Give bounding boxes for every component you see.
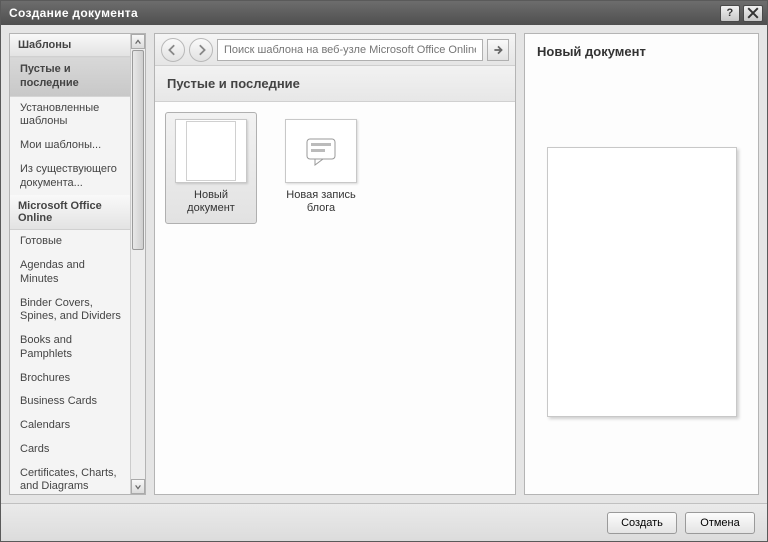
gallery-item-label: Новая запись блога [280,189,362,215]
preview-body [525,69,758,494]
preview-title: Новый документ [525,34,758,69]
gallery-item-new-blog-post[interactable]: Новая запись блога [275,112,367,224]
sidebar-item-installed-templates[interactable]: Установленные шаблоны [10,97,130,135]
preview-panel: Новый документ [524,33,759,495]
create-button[interactable]: Создать [607,512,677,534]
scroll-up-button[interactable] [131,34,145,49]
sidebar-item-cards[interactable]: Cards [10,438,130,462]
sidebar-item-certificates[interactable]: Certificates, Charts, and Diagrams [10,462,130,495]
scroll-thumb[interactable] [132,50,144,250]
forward-button[interactable] [189,38,213,62]
center-panel: Пустые и последние Новый документ Новая … [154,33,516,495]
toolbar [155,34,515,66]
sidebar-item-from-existing[interactable]: Из существующего документа... [10,158,130,196]
close-icon [747,7,759,19]
sidebar-item-featured[interactable]: Готовые [10,230,130,254]
sidebar-heading-online: Microsoft Office Online [10,195,130,230]
sidebar-item-calendars[interactable]: Calendars [10,414,130,438]
dialog-body: Шаблоны Пустые и последние Установленные… [1,25,767,503]
gallery-item-new-document[interactable]: Новый документ [165,112,257,224]
sidebar-heading-templates: Шаблоны [10,34,130,57]
arrow-right-icon [492,44,504,56]
template-gallery: Новый документ Новая запись блога [155,102,515,494]
preview-page [547,147,737,417]
sidebar-item-my-templates[interactable]: Мои шаблоны... [10,134,130,158]
sidebar-item-blank-recent[interactable]: Пустые и последние [10,57,130,97]
help-button[interactable]: ? [720,5,740,22]
arrow-right-icon [195,44,207,56]
document-icon [175,119,247,183]
blog-post-icon [285,119,357,183]
close-button[interactable] [743,5,763,22]
scroll-down-button[interactable] [131,479,145,494]
gallery-item-label: Новый документ [170,189,252,215]
chevron-down-icon [134,483,142,491]
back-button[interactable] [161,38,185,62]
search-go-button[interactable] [487,39,509,61]
sidebar-item-books[interactable]: Books and Pamphlets [10,329,130,367]
sidebar-item-binders[interactable]: Binder Covers, Spines, and Dividers [10,292,130,330]
titlebar: Создание документа ? [1,1,767,25]
sidebar-scrollbar[interactable] [130,34,145,494]
sidebar-item-business-cards[interactable]: Business Cards [10,390,130,414]
chevron-up-icon [134,38,142,46]
cancel-button[interactable]: Отмена [685,512,755,534]
dialog-footer: Создать Отмена [1,503,767,541]
window-title: Создание документа [9,6,717,20]
category-sidebar: Шаблоны Пустые и последние Установленные… [9,33,146,495]
sidebar-item-agendas[interactable]: Agendas and Minutes [10,254,130,292]
help-icon: ? [726,7,733,19]
dialog-window: Создание документа ? Шаблоны Пустые и по… [0,0,768,542]
gallery-heading: Пустые и последние [155,66,515,102]
sidebar-item-brochures[interactable]: Brochures [10,367,130,391]
search-container [217,39,483,61]
arrow-left-icon [167,44,179,56]
sidebar-list: Шаблоны Пустые и последние Установленные… [10,34,145,494]
search-input[interactable] [218,44,482,56]
